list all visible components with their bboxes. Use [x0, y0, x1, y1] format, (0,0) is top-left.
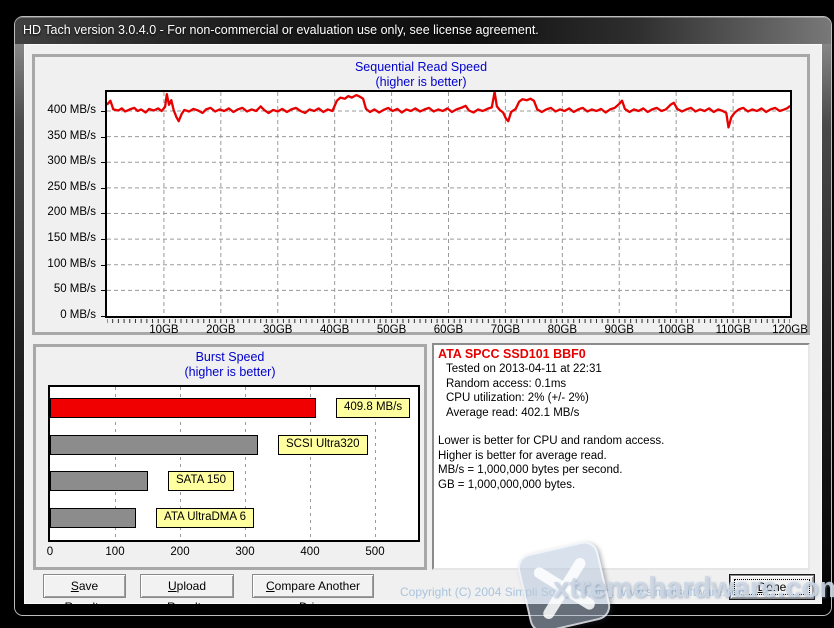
info-note-line: MB/s = 1,000,000 bytes per second.: [438, 463, 804, 478]
drive-detail-line: Average read: 402.1 MB/s: [438, 406, 804, 421]
sequential-plot-area: [105, 90, 792, 318]
sequential-x-tick-label: 50GB: [364, 324, 420, 336]
client-area: Sequential Read Speed (higher is better)…: [24, 44, 822, 604]
burst-x-tick-label: 0: [30, 546, 70, 558]
burst-x-tick-label: 100: [95, 546, 135, 558]
screenshot-background: HD Tach version 3.0.4.0 - For non-commer…: [0, 0, 834, 628]
copyright-text: Copyright (C) 2004 Simpli Software, Inc.…: [400, 585, 748, 599]
burst-bar: [50, 398, 316, 418]
burst-bar: [50, 471, 148, 491]
sequential-read-panel: Sequential Read Speed (higher is better)…: [32, 54, 810, 335]
drive-test-details: Tested on 2013-04-11 at 22:31Random acce…: [438, 362, 804, 420]
window-titlebar[interactable]: HD Tach version 3.0.4.0 - For non-commer…: [15, 17, 831, 44]
burst-speed-panel: Burst Speed (higher is better) 409.8 MB/…: [33, 344, 427, 570]
sequential-x-tick-label: 40GB: [307, 324, 363, 336]
burst-x-tick-label: 400: [290, 546, 330, 558]
hdtach-window: HD Tach version 3.0.4.0 - For non-commer…: [15, 17, 831, 615]
drive-detail-line: Random access: 0.1ms: [438, 377, 804, 392]
sequential-y-tick-label: 100 MB/s: [32, 258, 101, 270]
sequential-x-tick-label: 80GB: [534, 324, 590, 336]
info-notes: Lower is better for CPU and random acces…: [438, 434, 804, 492]
sequential-x-tick-label: 90GB: [591, 324, 647, 336]
sequential-y-tick-label: 300 MB/s: [32, 155, 101, 167]
sequential-chart-subtitle: (higher is better): [32, 75, 810, 89]
compare-another-drive-button[interactable]: Compare Another Drive: [252, 574, 374, 598]
burst-bar-label: SATA 150: [168, 471, 234, 491]
window-title: HD Tach version 3.0.4.0 - For non-commer…: [23, 17, 539, 44]
upload-results-button[interactable]: Upload Results: [140, 574, 234, 598]
burst-bar-label: 409.8 MB/s: [336, 398, 410, 418]
drive-name: ATA SPCC SSD101 BBF0: [438, 347, 804, 362]
sequential-read-chart: [107, 92, 790, 316]
drive-detail-line: Tested on 2013-04-11 at 22:31: [438, 362, 804, 377]
burst-chart-title: Burst Speed: [33, 350, 427, 364]
sequential-y-tick-label: 150 MB/s: [32, 232, 101, 244]
burst-x-tick-label: 200: [160, 546, 200, 558]
burst-bar-label: ATA UltraDMA 6: [156, 508, 254, 528]
burst-x-tick-label: 500: [355, 546, 395, 558]
burst-bar-label: SCSI Ultra320: [278, 435, 368, 455]
sequential-y-tick-label: 350 MB/s: [32, 130, 101, 142]
info-note-line: GB = 1,000,000,000 bytes.: [438, 478, 804, 493]
sequential-x-tick-label: 100GB: [648, 324, 704, 336]
burst-chart-subtitle: (higher is better): [33, 365, 427, 379]
sequential-x-tick-label: 70GB: [477, 324, 533, 336]
save-results-button[interactable]: Save Results: [43, 574, 126, 598]
sequential-x-tick-label: 120GB: [762, 324, 818, 336]
drive-detail-line: CPU utilization: 2% (+/- 2%): [438, 391, 804, 406]
sequential-y-tick-label: 0 MB/s: [32, 309, 101, 321]
drive-info-panel: ATA SPCC SSD101 BBF0 Tested on 2013-04-1…: [432, 343, 810, 570]
burst-bar: [50, 508, 136, 528]
sequential-y-tick-label: 50 MB/s: [32, 283, 101, 295]
sequential-x-tick-label: 10GB: [136, 324, 192, 336]
sequential-y-tick-label: 250 MB/s: [32, 181, 101, 193]
sequential-x-tick-label: 110GB: [705, 324, 761, 336]
sequential-y-tick-label: 200 MB/s: [32, 206, 101, 218]
burst-x-tick-label: 300: [225, 546, 265, 558]
sequential-x-tick-label: 60GB: [421, 324, 477, 336]
sequential-x-tick-label: 30GB: [250, 324, 306, 336]
sequential-y-tick-label: 400 MB/s: [32, 104, 101, 116]
info-note-line: Higher is better for average read.: [438, 449, 804, 464]
sequential-chart-title: Sequential Read Speed: [32, 60, 810, 74]
info-note-line: Lower is better for CPU and random acces…: [438, 434, 804, 449]
sequential-x-tick-label: 20GB: [193, 324, 249, 336]
burst-plot-area: 409.8 MB/s SCSI Ultra320 SATA 150 ATA Ultra…: [48, 385, 420, 542]
burst-bar: [50, 435, 258, 455]
